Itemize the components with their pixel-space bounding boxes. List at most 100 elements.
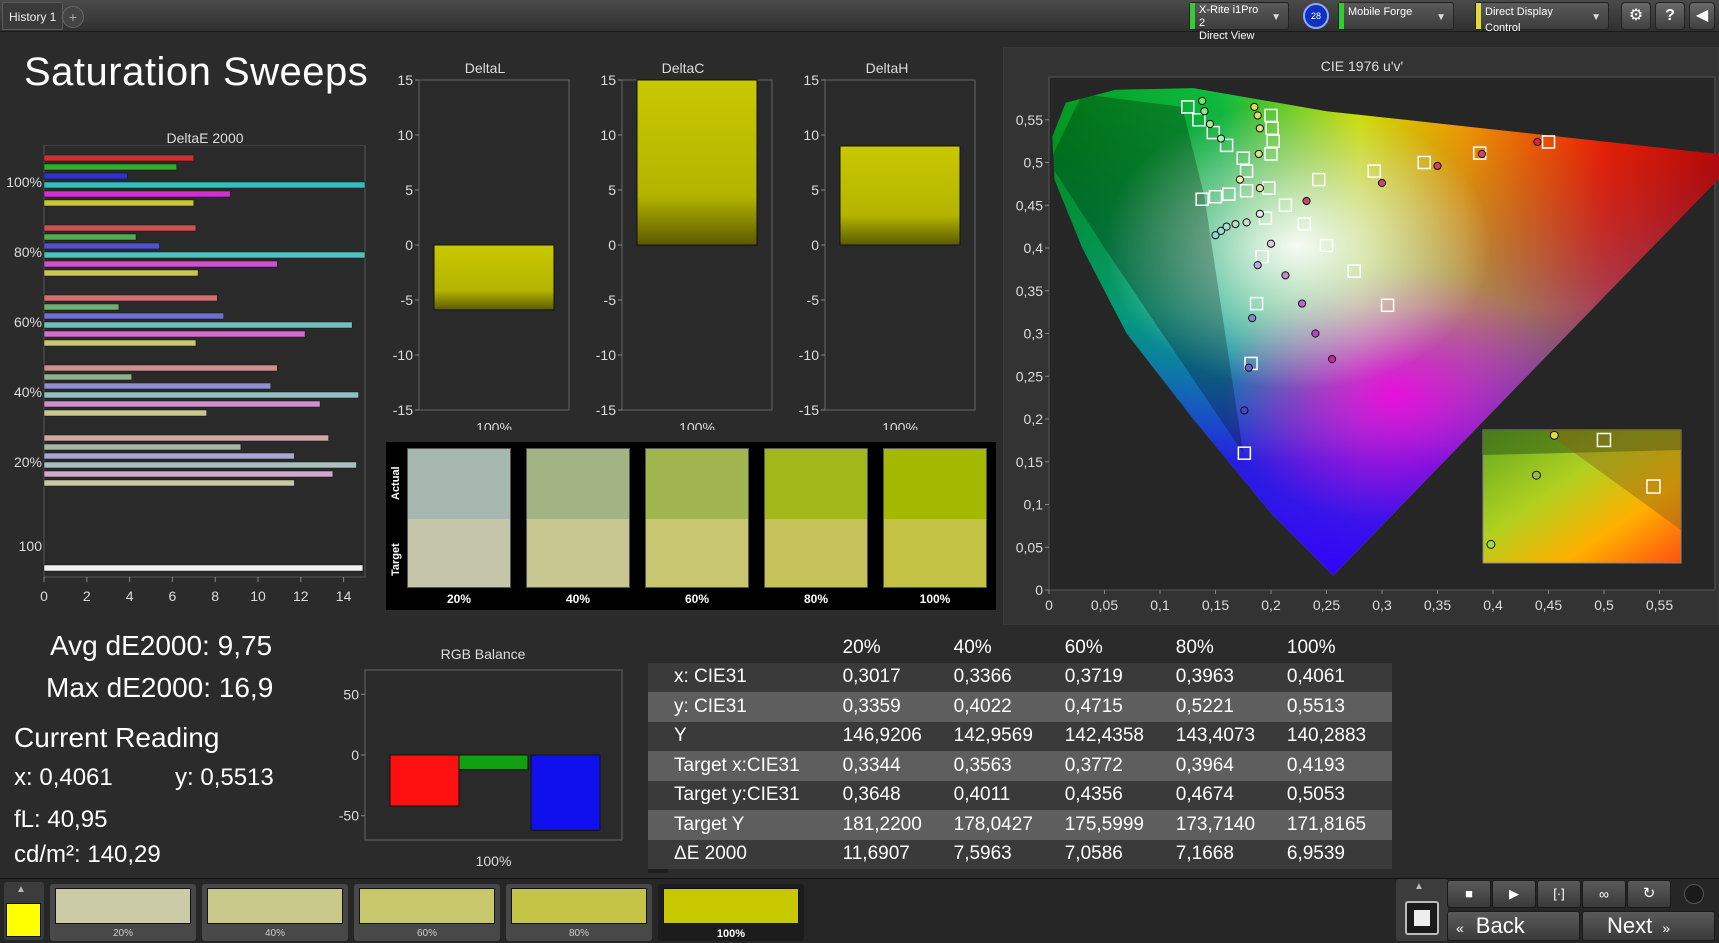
cie-x-tick: 0,4 [1483, 597, 1503, 613]
patch-label: 80% [568, 928, 589, 939]
cie-measured-point [1433, 161, 1442, 171]
play-icon: ▶ [1509, 886, 1519, 901]
table-cell: 0,3648 [836, 780, 948, 810]
stop-button[interactable]: ■ [1447, 880, 1491, 908]
stop-icon [1414, 910, 1430, 926]
cie-measured-point [1254, 149, 1263, 159]
current-patch-holder: ▲ [4, 882, 44, 940]
current-patch-swatch [6, 903, 41, 937]
table-cell: 0,5221 [1169, 692, 1281, 722]
table-cell: 0,4011 [947, 780, 1059, 810]
zoom-measured-point [1486, 539, 1496, 549]
patch-40[interactable]: 40% [202, 884, 348, 941]
table-cell: 0,3359 [836, 692, 948, 722]
table-cell: 0,3963 [1169, 662, 1281, 692]
meter-badge[interactable]: 28 [1303, 3, 1329, 29]
patch-80[interactable]: 80% [506, 884, 652, 941]
table-cell: 173,7140 [1169, 810, 1281, 840]
bracket-icon: [·] [1553, 886, 1565, 901]
loop-button[interactable]: ∞ [1582, 880, 1626, 908]
chevron-down-icon: ▼ [1271, 12, 1281, 23]
cie-y-tick: 0,4 [1024, 240, 1044, 256]
patch-strip: 20% 40% 60% 80% 100% [50, 0, 810, 943]
source-dropdown[interactable]: Mobile Forge ▼ [1338, 2, 1454, 30]
cie-measured-point [1281, 271, 1290, 280]
deltae-group-label: 20% [14, 454, 42, 470]
delta-y-tick: 5 [811, 182, 819, 198]
refresh-button[interactable]: ↻ [1627, 880, 1671, 908]
table-cell: 0,4193 [1280, 751, 1392, 781]
patch-label: 100% [716, 928, 746, 940]
cie-x-tick: 0,2 [1261, 597, 1281, 613]
back-button[interactable]: « Back [1447, 911, 1580, 941]
help-icon: ? [1665, 7, 1675, 24]
cie-measured-point [1477, 149, 1486, 159]
table-cell: 142,9569 [947, 721, 1059, 751]
zoom-measured-point [1549, 430, 1559, 440]
patch-100[interactable]: 100% [658, 884, 804, 941]
cie-measured-point [1377, 178, 1387, 188]
meter-status-stripe [1190, 3, 1195, 29]
stop-holder: ▲ [1396, 879, 1448, 941]
display-name: Direct Display Control [1485, 6, 1553, 34]
deltae-x-tick: 0 [40, 588, 48, 604]
swatch-4 [883, 448, 987, 588]
cie-x-tick: 0,55 [1646, 597, 1673, 613]
display-dropdown[interactable]: Direct Display Control ▼ [1475, 2, 1609, 34]
table-cell: 0,3017 [836, 662, 948, 692]
table-cell: 0,4674 [1169, 780, 1281, 810]
cie-x-tick: 0,25 [1313, 597, 1340, 613]
patch-60[interactable]: 60% [354, 884, 500, 941]
cie-x-tick: 0,05 [1091, 597, 1118, 613]
cie-y-tick: 0,35 [1016, 283, 1043, 299]
table-cell: 142,4358 [1058, 721, 1170, 751]
table-cell: 178,0427 [947, 810, 1059, 840]
table-cell: 6,9539 [1280, 839, 1392, 869]
chevron-down-icon: ▼ [1436, 12, 1446, 23]
cie-y-tick: 0,15 [1016, 454, 1043, 470]
play-button[interactable]: ▶ [1492, 880, 1536, 908]
chevron-left-icon: ◀ [1695, 7, 1709, 24]
cie-measured-point [1250, 102, 1259, 112]
cie-x-tick: 0,5 [1594, 597, 1614, 613]
patch-20[interactable]: 20% [50, 884, 196, 941]
delta-bar [839, 145, 961, 246]
table-cell: 0,4715 [1058, 692, 1170, 722]
chevron-up-icon[interactable]: ▲ [16, 884, 26, 895]
table-header-cell: 20% [836, 633, 948, 663]
table-cell: 0,4356 [1058, 780, 1170, 810]
deltae-group-label: 100% [6, 174, 42, 190]
patch-swatch [663, 888, 799, 924]
meter-dropdown[interactable]: X-Rite i1Pro 2 Direct View ▼ [1189, 2, 1289, 42]
chevron-up-icon[interactable]: ▲ [1414, 881, 1424, 892]
next-label: Next [1607, 913, 1653, 938]
patch-label: 40% [264, 928, 285, 939]
patch-label: 60% [416, 928, 437, 939]
cie-y-tick: 0,3 [1024, 326, 1044, 342]
table-cell: 7,1668 [1169, 839, 1281, 869]
settings-button[interactable]: ⚙ [1621, 2, 1651, 30]
table-cell: 0,5513 [1280, 692, 1392, 722]
cie-measured-point [1198, 96, 1207, 106]
cie-x-tick: 0,15 [1202, 597, 1229, 613]
collapse-button[interactable]: ◀ [1689, 2, 1715, 30]
next-button[interactable]: Next » [1582, 911, 1715, 941]
cie-measured-point [1205, 119, 1215, 129]
table-cell: 0,3772 [1058, 751, 1170, 781]
cie-measured-point [1302, 196, 1311, 206]
meter-mode: Direct View [1199, 30, 1255, 42]
cie-measured-point [1222, 222, 1231, 231]
single-read-button[interactable]: [·] [1537, 880, 1581, 908]
help-button[interactable]: ? [1655, 2, 1685, 30]
display-status-stripe [1476, 3, 1481, 29]
stop-icon: ■ [1465, 886, 1473, 901]
reading-x-label: x: [14, 764, 33, 791]
cie-x-tick: 0,3 [1372, 597, 1392, 613]
cie-measured-point [1240, 406, 1249, 415]
cie-y-tick: 0,55 [1016, 112, 1043, 128]
table-cell: 0,4022 [947, 692, 1059, 722]
refresh-icon: ↻ [1642, 885, 1656, 902]
table-cell: 0,5053 [1280, 780, 1392, 810]
cie-measured-point [1266, 239, 1276, 248]
stop-large-button[interactable] [1405, 901, 1439, 935]
